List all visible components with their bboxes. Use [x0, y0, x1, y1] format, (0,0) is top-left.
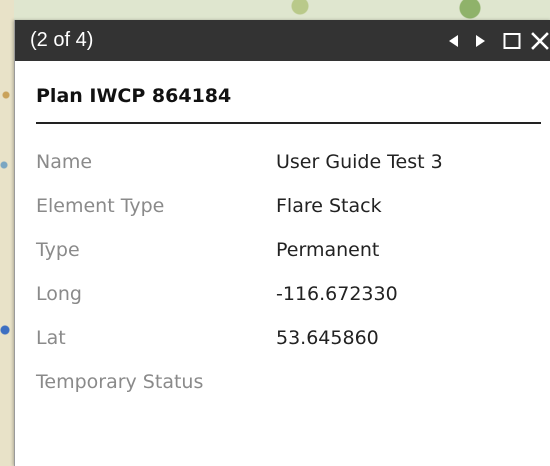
attribute-value: -116.672330: [276, 283, 398, 305]
feature-counter: (2 of 4): [30, 29, 94, 51]
attribute-value: Flare Stack: [276, 195, 382, 217]
popup-titlebar: (2 of 4): [15, 20, 550, 61]
attribute-label: Type: [36, 239, 80, 261]
attribute-value: User Guide Test 3: [276, 151, 443, 173]
attribute-table: Name User Guide Test 3 Element Type Flare S…: [36, 140, 443, 404]
attribute-row: Name User Guide Test 3: [36, 140, 443, 184]
maximize-icon[interactable]: [495, 20, 529, 61]
popup-title: Plan IWCP 864184: [36, 85, 232, 107]
next-arrow-icon[interactable]: [467, 20, 495, 61]
attribute-label: Name: [36, 151, 93, 173]
previous-arrow-icon[interactable]: [439, 20, 467, 61]
attribute-row: Long -116.672330: [36, 272, 443, 316]
attribute-row: Type Permanent: [36, 228, 443, 272]
attribute-label: Lat: [36, 327, 66, 349]
attribute-row: Element Type Flare Stack: [36, 184, 443, 228]
attribute-value: Permanent: [276, 239, 380, 261]
attribute-label: Temporary Status: [36, 371, 204, 393]
attribute-label: Element Type: [36, 195, 165, 217]
title-divider: [36, 122, 541, 124]
attribute-row: Temporary Status: [36, 360, 443, 404]
feature-popup: (2 of 4) Plan IWCP 864184 Name User Guide…: [14, 20, 550, 466]
attribute-row: Lat 53.645860: [36, 316, 443, 360]
attribute-value: 53.645860: [276, 327, 379, 349]
attribute-value: [276, 360, 443, 404]
attribute-label: Long: [36, 283, 82, 305]
close-icon[interactable]: [529, 20, 550, 61]
popup-content: Plan IWCP 864184 Name User Guide Test 3 El…: [15, 61, 550, 404]
popup-controls: [439, 20, 550, 61]
